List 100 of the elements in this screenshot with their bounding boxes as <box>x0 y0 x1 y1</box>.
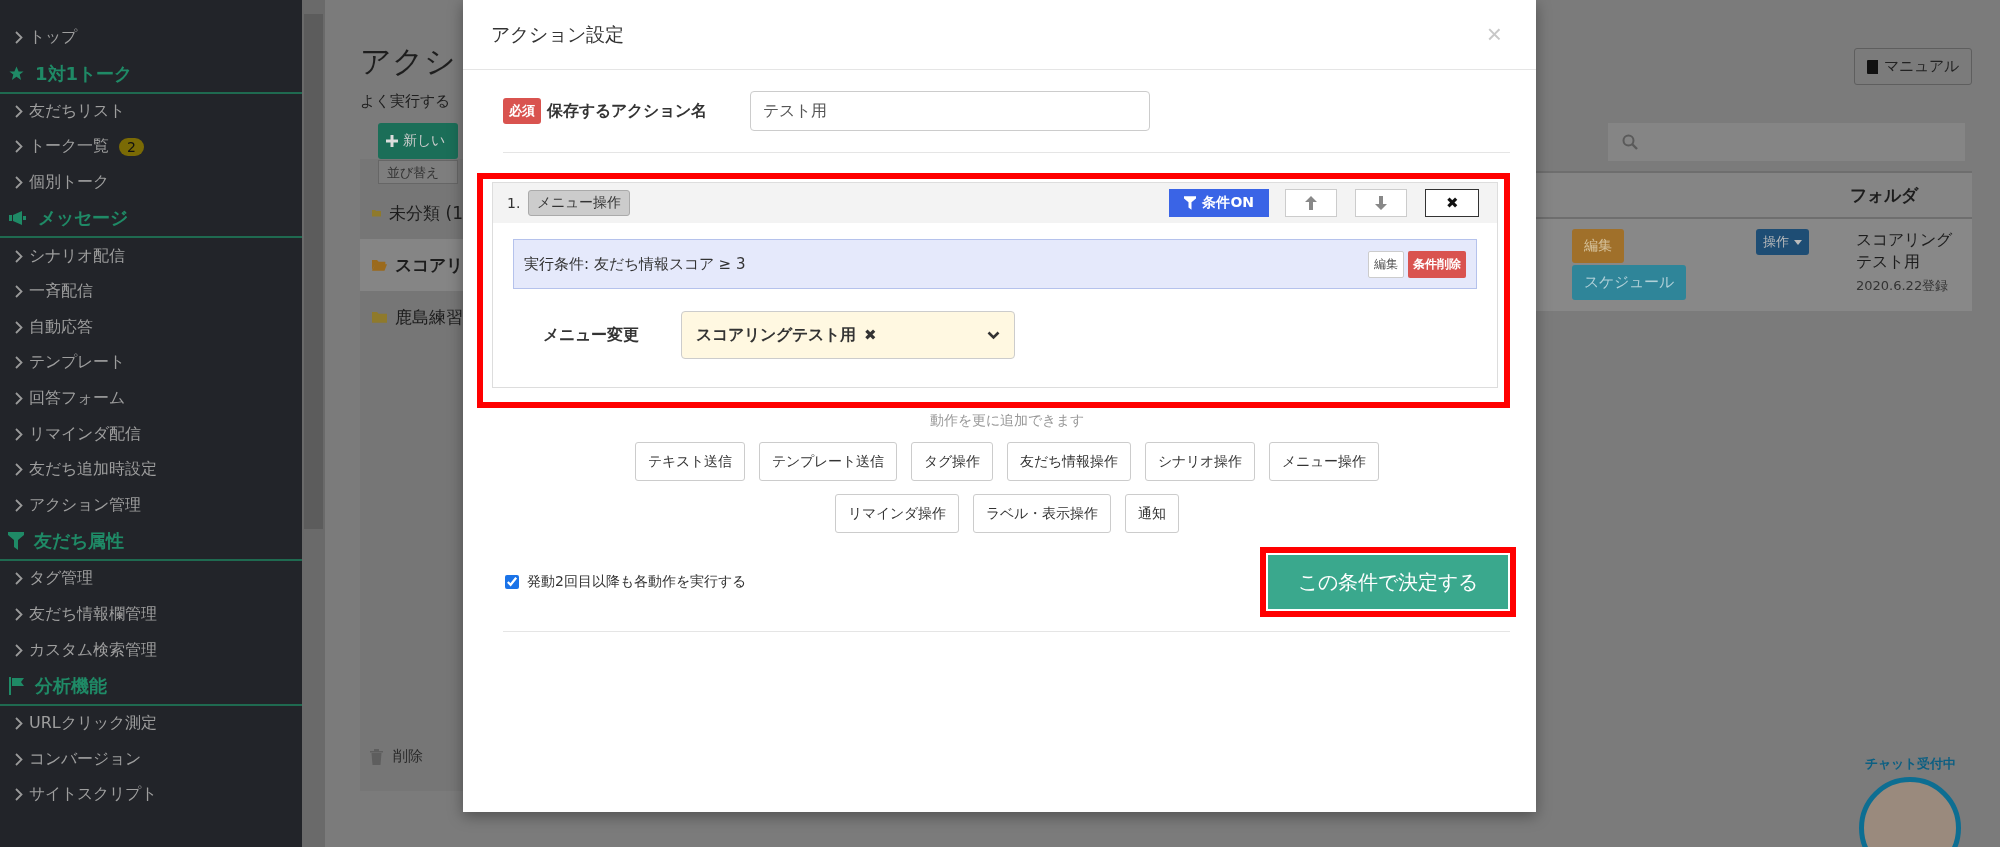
page-description: よく実行する <box>360 92 451 111</box>
add-hint: 動作を更に追加できます <box>928 412 1085 430</box>
folder-name: テスト用 <box>1856 251 1921 273</box>
selected-value: スコアリングテスト用 <box>696 324 856 346</box>
chevron-down-icon <box>987 330 1000 340</box>
chevron-right-icon <box>15 463 23 477</box>
sidebar-link[interactable]: トーク一覧 <box>29 136 109 158</box>
chevron-right-icon <box>15 608 23 621</box>
folder-name: スコアリング <box>1856 229 1953 251</box>
add-action-button[interactable]: 友だち情報操作 <box>1006 442 1131 481</box>
chevron-right-icon <box>15 498 23 512</box>
sidebar-link[interactable]: 友だち追加時設定 <box>29 459 157 481</box>
sidebar-section-title: 分析機能 <box>35 673 107 698</box>
registered-date: 2020.6.22登録 <box>1856 277 1950 295</box>
sidebar-link[interactable]: リマインダ配信 <box>29 423 141 445</box>
sidebar-link[interactable]: トップ <box>29 27 77 49</box>
sidebar-link[interactable]: コンバージョン <box>29 748 141 770</box>
book-icon <box>1867 59 1878 74</box>
filter-icon <box>1184 196 1197 210</box>
sidebar-link[interactable]: アクション管理 <box>29 494 141 516</box>
clear-selection-button[interactable]: ✖ <box>864 326 877 344</box>
caret-icon <box>1794 239 1802 245</box>
chevron-right-icon <box>15 176 23 190</box>
action-number: 1. <box>507 195 521 211</box>
chat-label: チャット受付中 <box>1864 755 1956 773</box>
plus-icon <box>386 135 398 147</box>
sidebar-link[interactable]: タグ管理 <box>29 568 93 590</box>
add-action-button[interactable]: テンプレート送信 <box>758 442 897 481</box>
sidebar-section-title: 友だち属性 <box>34 529 124 554</box>
sidebar-link[interactable]: URLクリック測定 <box>29 713 157 735</box>
field-label: メニュー変更 <box>542 324 640 346</box>
sidebar-section-title: 1対1トーク <box>35 61 133 86</box>
sidebar-link[interactable]: 友だちリスト <box>29 100 125 122</box>
flag-icon <box>8 676 25 695</box>
chevron-right-icon <box>15 249 23 263</box>
add-action-button[interactable]: メニュー操作 <box>1268 442 1379 481</box>
sidebar-link[interactable]: シナリオ配信 <box>29 245 125 267</box>
checkbox-label: 発動2回目以降も各動作を実行する <box>527 573 746 591</box>
add-action-button[interactable]: ラベル・表示操作 <box>972 494 1111 533</box>
edit-condition-button[interactable]: 編集 <box>1368 250 1404 278</box>
sidebar-link[interactable]: カスタム検索管理 <box>29 639 157 661</box>
modal-title: アクション設定 <box>491 21 624 47</box>
folder-item[interactable]: 鹿島練習 <box>360 291 463 343</box>
action-name-field[interactable]: テスト用 <box>750 91 1150 131</box>
chevron-right-icon <box>15 140 23 154</box>
action-type-label: メニュー操作 <box>528 190 631 216</box>
folder-icon <box>372 310 387 324</box>
sidebar-link[interactable]: テンプレート <box>29 352 125 374</box>
add-action-button[interactable]: タグ操作 <box>910 442 993 481</box>
search-icon <box>1622 134 1638 150</box>
count-badge: 2 <box>119 138 144 156</box>
page-title: アクシ <box>360 42 456 81</box>
operation-dropdown[interactable]: 操作 <box>1756 229 1809 255</box>
field-label: 保存するアクション名 <box>547 100 708 122</box>
folder-item[interactable]: スコアリ <box>360 239 463 291</box>
chevron-right-icon <box>15 752 23 766</box>
chevron-right-icon <box>15 104 23 118</box>
chevron-right-icon <box>15 285 23 299</box>
folder-icon <box>372 258 387 272</box>
trash-icon <box>370 748 383 765</box>
search-field[interactable] <box>1608 123 1965 161</box>
arrow-up-icon <box>1305 196 1317 210</box>
chevron-right-icon <box>15 356 23 370</box>
sidebar-link[interactable]: 友だち情報欄管理 <box>29 604 157 625</box>
chevron-right-icon <box>15 320 23 334</box>
chevron-right-icon <box>15 788 23 802</box>
sidebar-link[interactable]: サイトスクリプト <box>29 784 157 806</box>
sidebar-link[interactable]: 回答フォーム <box>29 388 125 410</box>
condition-toggle[interactable]: 条件ON <box>1169 189 1269 217</box>
chevron-right-icon <box>15 643 23 657</box>
sidebar-link[interactable]: 個別トーク <box>29 172 109 194</box>
menu-select[interactable]: スコアリングテスト用 ✖ <box>681 311 1015 359</box>
delete-link[interactable]: 削除 <box>393 747 423 766</box>
sidebar-link[interactable]: 自動応答 <box>29 316 93 338</box>
repeat-checkbox[interactable] <box>505 575 519 589</box>
chevron-right-icon <box>15 31 23 45</box>
sidebar-link[interactable]: 一斉配信 <box>29 281 93 303</box>
manual-button[interactable]: マニュアル <box>1854 48 1972 85</box>
folder-item[interactable]: 未分類 (1 <box>360 187 463 239</box>
add-action-button[interactable]: テキスト送信 <box>634 442 745 481</box>
sort-menu[interactable]: 並び替え <box>378 160 458 184</box>
add-action-button[interactable]: 通知 <box>1124 494 1179 533</box>
delete-condition-button[interactable]: 条件削除 <box>1408 250 1466 278</box>
chevron-right-icon <box>15 392 23 406</box>
add-action-button[interactable]: シナリオ操作 <box>1144 442 1255 481</box>
remove-action-button[interactable]: ✖ <box>1425 189 1479 217</box>
arrow-down-icon <box>1375 196 1387 210</box>
chevron-right-icon <box>15 427 23 441</box>
sidebar-section-title: メッセージ <box>38 206 128 231</box>
megaphone-icon <box>8 210 28 227</box>
chevron-right-icon <box>15 572 23 586</box>
move-up-button[interactable] <box>1285 189 1337 217</box>
new-button[interactable]: 新しい <box>378 123 458 159</box>
condition-text: 実行条件: 友だち情報スコア ≥ 3 <box>524 254 746 274</box>
add-action-button[interactable]: リマインダ操作 <box>834 494 959 533</box>
column-header: フォルダ <box>1850 183 1918 207</box>
filter-icon <box>8 532 24 551</box>
scrollbar[interactable] <box>302 0 325 847</box>
chevron-right-icon <box>15 717 23 731</box>
move-down-button[interactable] <box>1355 189 1407 217</box>
